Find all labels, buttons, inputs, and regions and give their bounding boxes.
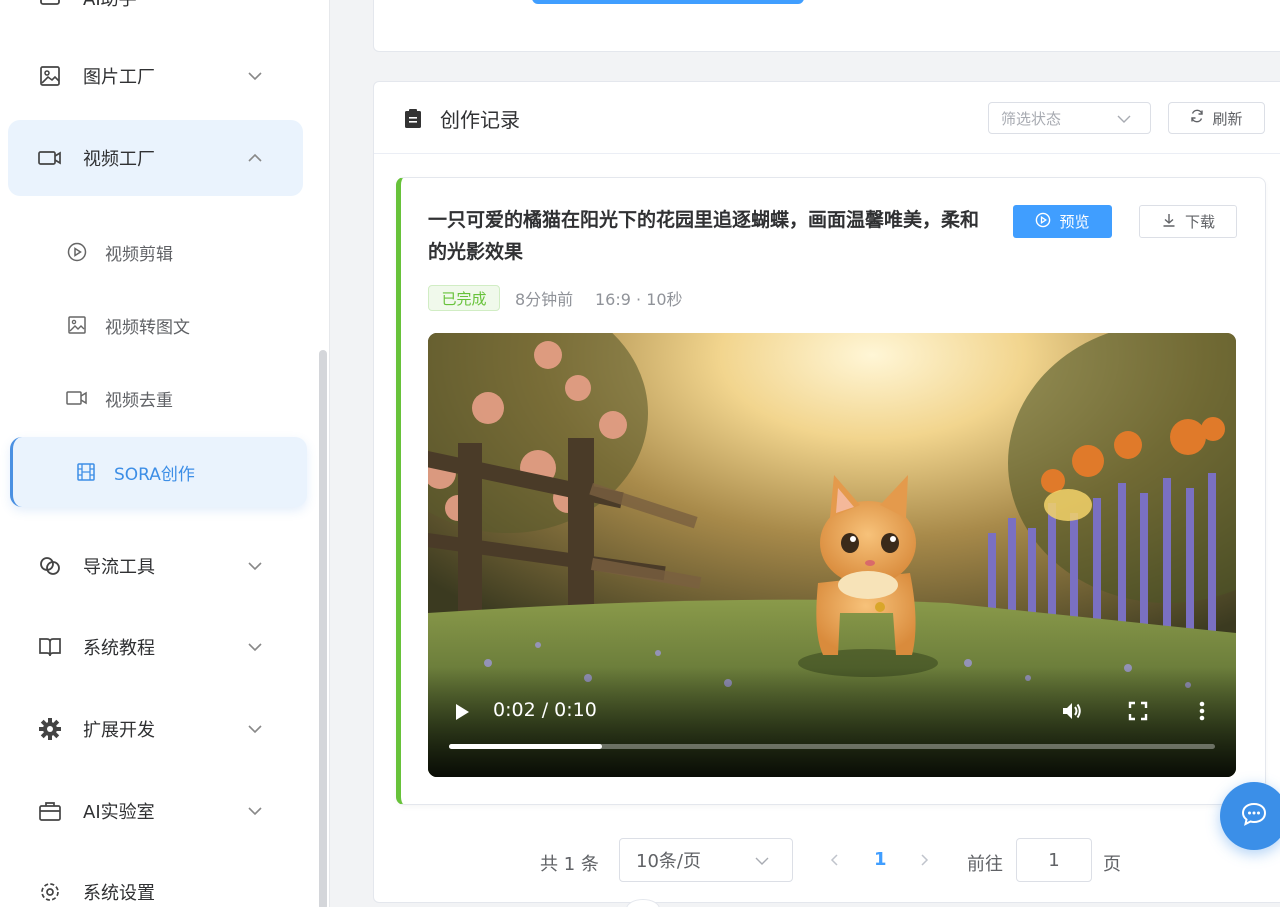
sidebar-item-label: AI助手 xyxy=(83,0,303,11)
current-time: 0:02 xyxy=(493,699,536,721)
chevron-up-icon xyxy=(245,148,265,168)
preview-label: 预览 xyxy=(1059,213,1090,231)
sidebar-subitem-video-edit[interactable]: 视频剪辑 xyxy=(8,217,303,287)
sidebar-subitem-label: 视频转图文 xyxy=(105,317,190,338)
sidebar-item-label: AI实验室 xyxy=(83,802,155,823)
sidebar-subitem-label: SORA创作 xyxy=(114,464,195,485)
sidebar-item-label: 系统设置 xyxy=(83,883,155,904)
sidebar-item-label: 导流工具 xyxy=(83,557,155,578)
status-filter-placeholder: 筛选状态 xyxy=(1001,109,1062,128)
creation-records-card: 创作记录 筛选状态 刷新 一只可爱的橘猫在阳光下的花园里追逐蝴蝶，画面温馨唯美，… xyxy=(373,81,1280,903)
sidebar-subitem-sora-create[interactable]: SORA创作 xyxy=(10,437,307,507)
duration: 0:10 xyxy=(554,699,597,721)
chevron-down-icon xyxy=(245,719,265,739)
status-badge: 已完成 xyxy=(428,285,500,311)
refresh-label: 刷新 xyxy=(1212,109,1243,128)
link-icon xyxy=(38,554,62,578)
sidebar-item-label: 系统教程 xyxy=(83,638,155,659)
video-time-display: 0:02 / 0:10 xyxy=(493,699,597,721)
sidebar-item-extension-dev[interactable]: 扩展开发 xyxy=(8,691,303,767)
fullscreen-icon[interactable] xyxy=(1128,701,1148,721)
sidebar-scrollbar[interactable] xyxy=(319,350,327,907)
pagination-total: 共 1 条 xyxy=(540,854,599,875)
image-icon xyxy=(66,314,88,336)
play-icon[interactable] xyxy=(452,701,472,723)
download-label: 下载 xyxy=(1184,213,1215,231)
image-icon xyxy=(38,64,62,88)
sidebar-subitem-label: 视频剪辑 xyxy=(105,244,173,265)
creation-form-card xyxy=(373,0,1280,52)
sidebar-item-ai-lab[interactable]: AI实验室 xyxy=(8,773,303,849)
video-controls-bar xyxy=(428,667,1236,777)
chat-support-button[interactable] xyxy=(1220,782,1280,850)
more-options-icon[interactable] xyxy=(1198,699,1206,723)
preview-button[interactable]: 预览 xyxy=(1013,205,1112,238)
settings-icon xyxy=(38,880,62,904)
page-number-current[interactable]: 1 xyxy=(874,849,887,870)
record-item-card: 一只可爱的橘猫在阳光下的花园里追逐蝴蝶，画面温馨唯美，柔和的光影效果 预览 下载… xyxy=(396,177,1266,805)
records-header: 创作记录 筛选状态 刷新 xyxy=(374,82,1280,154)
film-icon xyxy=(75,461,97,483)
video-spec: 16:9 · 10秒 xyxy=(595,290,683,309)
chevron-down-icon xyxy=(245,66,265,86)
goto-label: 前往 xyxy=(967,854,1003,875)
sidebar-item-label: 扩展开发 xyxy=(83,720,155,741)
record-prompt: 一只可爱的橘猫在阳光下的花园里追逐蝴蝶，画面温馨唯美，柔和的光影效果 xyxy=(428,209,980,263)
chevron-down-icon xyxy=(245,637,265,657)
chevron-down-icon xyxy=(245,556,265,576)
sidebar-item-tutorials[interactable]: 系统教程 xyxy=(8,609,303,685)
next-page-button[interactable] xyxy=(916,851,932,869)
sidebar-subitem-label: 视频去重 xyxy=(105,390,173,411)
refresh-button[interactable]: 刷新 xyxy=(1168,102,1265,134)
records-title: 创作记录 xyxy=(440,108,520,132)
created-time: 8分钟前 xyxy=(515,290,574,309)
sidebar-item-image-factory[interactable]: 图片工厂 xyxy=(8,38,303,114)
briefcase-icon xyxy=(38,799,62,823)
sidebar-item-system-settings[interactable]: 系统设置 xyxy=(8,854,303,907)
sidebar-item-ai-assistant[interactable]: AI助手 xyxy=(8,0,303,36)
clipboard-icon xyxy=(404,108,422,128)
sidebar-item-video-factory[interactable]: 视频工厂 xyxy=(8,120,303,196)
video-progress-fill xyxy=(449,744,603,749)
goto-page-input[interactable]: 1 xyxy=(1016,838,1092,882)
sidebar-item-label: 视频工厂 xyxy=(83,149,155,170)
book-icon xyxy=(38,635,62,659)
pagination: 共 1 条 10条/页 1 前往 1 页 xyxy=(374,838,1280,882)
page-size-select[interactable]: 10条/页 xyxy=(619,838,793,882)
refresh-icon xyxy=(1190,109,1204,127)
video-player[interactable]: 0:02 / 0:10 xyxy=(428,333,1236,777)
page-size-value: 10条/页 xyxy=(636,851,701,872)
video-camera-icon xyxy=(38,146,62,170)
chat-bubble-icon xyxy=(1240,801,1268,831)
volume-icon[interactable] xyxy=(1060,699,1084,723)
time-separator: / xyxy=(541,699,549,721)
chevron-down-icon xyxy=(245,801,265,821)
play-circle-icon xyxy=(1035,212,1051,232)
gear-icon xyxy=(38,717,62,741)
download-button[interactable]: 下载 xyxy=(1139,205,1237,238)
chevron-down-icon xyxy=(754,853,770,869)
sidebar: AI助手 图片工厂 视频工厂 视频剪辑 视频转图文 xyxy=(0,0,330,907)
sidebar-item-label: 图片工厂 xyxy=(83,67,155,88)
sidebar-subitem-video-to-article[interactable]: 视频转图文 xyxy=(8,290,303,360)
status-filter-select[interactable]: 筛选状态 xyxy=(988,102,1151,134)
video-progress-bar[interactable] xyxy=(449,744,1215,749)
prev-page-button[interactable] xyxy=(827,851,843,869)
play-circle-icon xyxy=(66,241,88,263)
download-icon xyxy=(1161,212,1177,232)
chevron-down-icon xyxy=(1116,111,1132,127)
chat-icon xyxy=(38,0,62,10)
generate-button[interactable] xyxy=(532,0,804,4)
page-unit-label: 页 xyxy=(1103,854,1121,875)
video-camera-icon xyxy=(66,387,88,409)
sidebar-subitem-video-dedup[interactable]: 视频去重 xyxy=(8,363,303,433)
sidebar-item-traffic-tools[interactable]: 导流工具 xyxy=(8,528,303,604)
